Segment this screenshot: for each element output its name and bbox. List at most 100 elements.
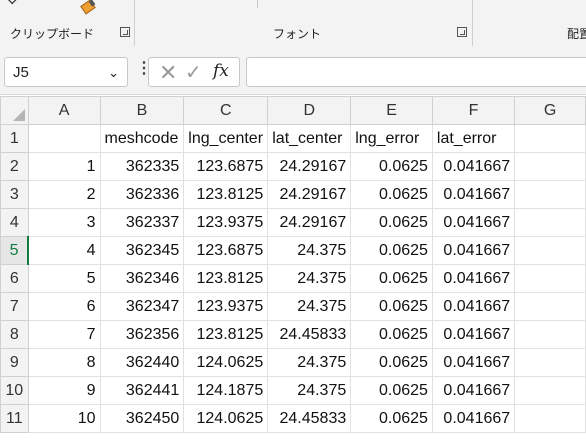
cell[interactable]: 24.375 <box>267 236 352 265</box>
column-header-a[interactable]: A <box>27 96 101 125</box>
row-header[interactable]: 11 <box>0 404 29 433</box>
row-header[interactable]: 3 <box>0 180 29 209</box>
cell[interactable]: 362345 <box>99 236 185 265</box>
cell[interactable]: 0.0625 <box>350 404 433 433</box>
cell[interactable] <box>27 124 101 153</box>
cell[interactable]: 362336 <box>99 180 185 209</box>
cell[interactable]: 6 <box>27 292 101 321</box>
column-header-b[interactable]: B <box>99 96 185 125</box>
cell[interactable] <box>514 348 586 377</box>
cell[interactable]: 7 <box>27 320 101 349</box>
cell[interactable]: meshcode <box>99 124 185 153</box>
cell[interactable]: 1 <box>27 152 101 181</box>
column-header-e[interactable]: E <box>350 96 433 125</box>
cell[interactable]: 0.0625 <box>350 208 433 237</box>
cell[interactable]: 362450 <box>99 404 185 433</box>
cell[interactable]: 0.041667 <box>431 208 516 237</box>
cell[interactable]: 0.041667 <box>431 404 516 433</box>
cell[interactable]: lat_error <box>431 124 516 153</box>
cell[interactable]: 123.9375 <box>183 292 269 321</box>
cell[interactable]: 362337 <box>99 208 185 237</box>
cell[interactable]: 0.0625 <box>350 180 433 209</box>
cell[interactable]: 3 <box>27 208 101 237</box>
cell[interactable] <box>514 124 586 153</box>
row-header[interactable]: 7 <box>0 292 29 321</box>
cell[interactable]: 0.041667 <box>431 348 516 377</box>
row-header[interactable]: 10 <box>0 376 29 405</box>
cell[interactable]: 5 <box>27 264 101 293</box>
cell[interactable]: 24.375 <box>267 292 352 321</box>
cell[interactable]: 0.041667 <box>431 264 516 293</box>
cell[interactable] <box>514 236 586 265</box>
cell[interactable]: 123.8125 <box>183 180 269 209</box>
row-header[interactable]: 2 <box>0 152 29 181</box>
cell[interactable] <box>514 208 586 237</box>
cell[interactable] <box>514 264 586 293</box>
cell[interactable]: 0.0625 <box>350 320 433 349</box>
cell[interactable]: 0.041667 <box>431 320 516 349</box>
cell[interactable] <box>514 292 586 321</box>
cell[interactable]: 0.0625 <box>350 376 433 405</box>
format-painter-icon[interactable] <box>80 0 96 15</box>
cell[interactable]: 0.041667 <box>431 236 516 265</box>
cell[interactable]: 362335 <box>99 152 185 181</box>
chevron-down-icon[interactable]: ⌄ <box>108 65 119 81</box>
formula-input[interactable] <box>246 57 586 87</box>
column-header-d[interactable]: D <box>267 96 352 125</box>
cell[interactable]: 123.9375 <box>183 208 269 237</box>
cell[interactable]: 24.375 <box>267 264 352 293</box>
cell[interactable]: 362441 <box>99 376 185 405</box>
cell[interactable]: 0.0625 <box>350 236 433 265</box>
cell[interactable]: lng_error <box>350 124 433 153</box>
cell[interactable]: 24.45833 <box>267 320 352 349</box>
row-header[interactable]: 5 <box>0 236 30 265</box>
cell[interactable]: lat_center <box>267 124 352 153</box>
cell[interactable]: 0.0625 <box>350 348 433 377</box>
cell[interactable]: 124.0625 <box>183 348 269 377</box>
cell[interactable]: 124.0625 <box>183 404 269 433</box>
cell[interactable] <box>514 152 586 181</box>
enter-icon[interactable]: ✓ <box>185 60 202 85</box>
cell[interactable] <box>514 404 586 433</box>
cell[interactable]: 0.041667 <box>431 180 516 209</box>
row-header[interactable]: 8 <box>0 320 29 349</box>
cell[interactable]: 24.29167 <box>267 208 352 237</box>
cell[interactable]: 9 <box>27 376 101 405</box>
row-header[interactable]: 9 <box>0 348 29 377</box>
cell[interactable]: 123.6875 <box>183 152 269 181</box>
cell[interactable]: 362347 <box>99 292 185 321</box>
cell[interactable] <box>514 320 586 349</box>
cell[interactable]: 0.0625 <box>350 264 433 293</box>
name-box[interactable]: J5 ⌄ <box>4 57 128 87</box>
column-header-f[interactable]: F <box>431 96 516 125</box>
cell[interactable]: 0.0625 <box>350 292 433 321</box>
cell[interactable]: 362356 <box>99 320 185 349</box>
cell[interactable]: 0.0625 <box>350 152 433 181</box>
cell[interactable]: 2 <box>27 180 101 209</box>
cell[interactable]: 123.8125 <box>183 320 269 349</box>
cell[interactable] <box>514 376 586 405</box>
cell[interactable]: 0.041667 <box>431 376 516 405</box>
row-header[interactable]: 1 <box>0 124 29 153</box>
column-header-c[interactable]: C <box>183 96 269 125</box>
row-header[interactable]: 6 <box>0 264 29 293</box>
paste-icon[interactable] <box>8 0 20 5</box>
font-dialog-launcher-icon[interactable] <box>457 27 467 37</box>
cell[interactable]: 24.375 <box>267 348 352 377</box>
cancel-icon[interactable]: ✕ <box>159 60 177 86</box>
cell[interactable]: 24.29167 <box>267 152 352 181</box>
cell[interactable]: 24.29167 <box>267 180 352 209</box>
cell[interactable]: 0.041667 <box>431 292 516 321</box>
cell[interactable]: 362346 <box>99 264 185 293</box>
insert-function-icon[interactable]: fx <box>213 61 229 81</box>
cell[interactable] <box>514 180 586 209</box>
cell[interactable]: 123.6875 <box>183 236 269 265</box>
row-header[interactable]: 4 <box>0 208 29 237</box>
column-header-g[interactable]: G <box>514 96 586 125</box>
cell[interactable]: 362440 <box>99 348 185 377</box>
cell[interactable]: 0.041667 <box>431 152 516 181</box>
cell[interactable]: 24.375 <box>267 376 352 405</box>
cell[interactable]: 4 <box>27 236 101 265</box>
cell[interactable]: 10 <box>27 404 101 433</box>
clipboard-dialog-launcher-icon[interactable] <box>120 27 130 37</box>
